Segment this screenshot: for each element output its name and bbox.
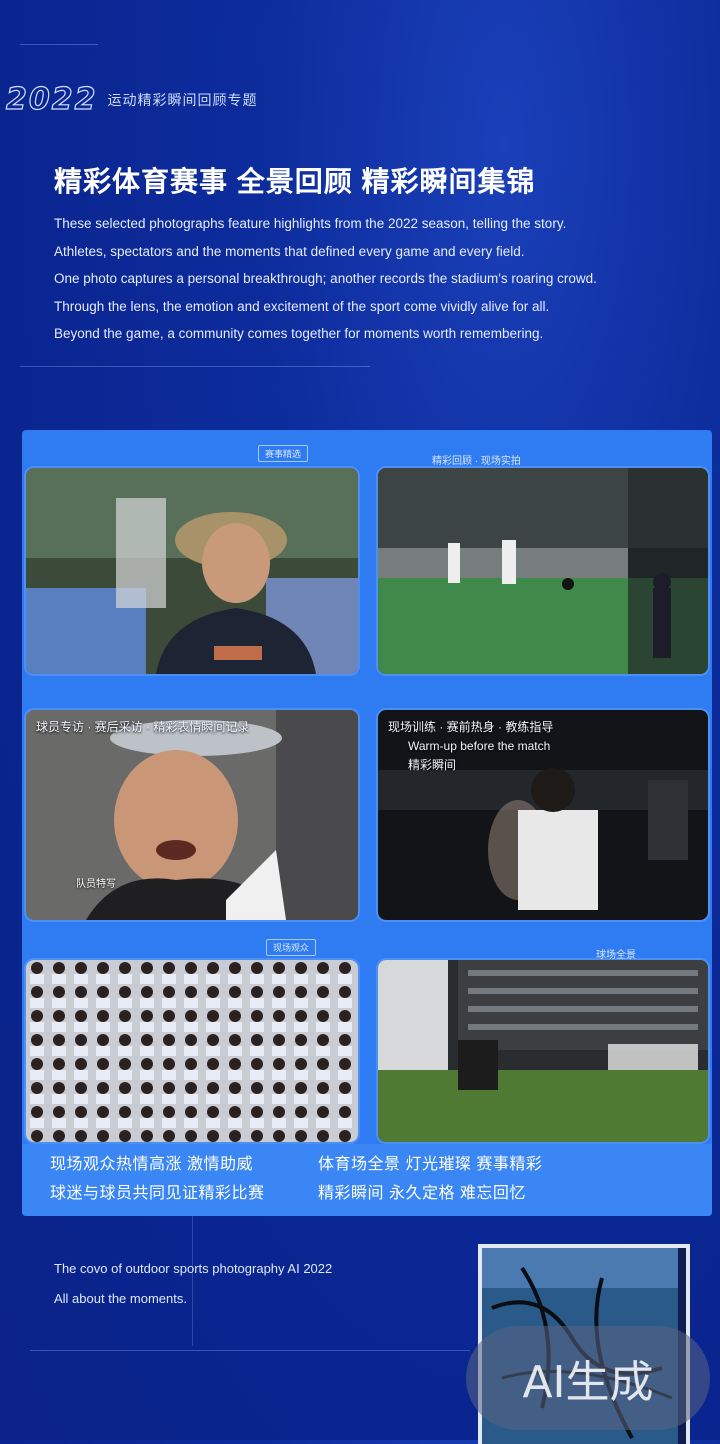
divider-line — [30, 1350, 470, 1351]
caption-line: 体育场全景 灯光璀璨 赛事精彩 — [318, 1156, 543, 1173]
footer-line: All about the moments. — [54, 1291, 187, 1306]
tab-label[interactable]: 现场观众 — [266, 938, 317, 956]
brand-header: 2022 运动精彩瞬间回顾专题 — [0, 81, 258, 117]
caption-line: 精彩瞬间 永久定格 难忘回忆 — [318, 1185, 526, 1202]
caption-line: 球迷与球员共同见证精彩比赛 — [50, 1185, 265, 1202]
caption-left: 现场观众热情高涨 激情助威 球迷与球员共同见证精彩比赛 — [50, 1150, 265, 1208]
player-photo — [26, 468, 358, 674]
footer-text: The covo of outdoor sports photography A… — [54, 1254, 332, 1314]
intro-paragraph: These selected photographs feature highl… — [54, 210, 674, 348]
caption-line: 现场观众热情高涨 激情助威 — [50, 1156, 253, 1173]
tile-overlay-text: 球员专访 · 赛后采访 · 精彩表情瞬间记录 — [36, 720, 250, 734]
gallery-tab-top-right: 精彩回顾 · 现场实拍 — [432, 448, 521, 470]
photo-tile-crowd[interactable] — [26, 960, 358, 1142]
overlay-line: Warm-up before the match — [408, 739, 551, 753]
gallery-tab-mid: 现场观众 — [266, 936, 317, 958]
intro-line: Through the lens, the emotion and excite… — [54, 298, 550, 314]
photo-tile-player[interactable] — [26, 468, 358, 674]
tab-label[interactable]: 赛事精选 — [258, 444, 309, 462]
divider-line — [20, 366, 370, 367]
overlay-line: 精彩瞬间 — [408, 758, 457, 772]
brand-subtitle: 运动精彩瞬间回顾专题 — [107, 91, 258, 108]
tile-overlay-text: 现场训练 · 赛前热身 · 教练指导 Warm-up before the ma… — [388, 718, 700, 775]
intro-line: These selected photographs feature highl… — [54, 216, 567, 231]
tile-caption: 队员特写 — [76, 879, 116, 890]
photo-gallery: 赛事精选 精彩回顾 · 现场实拍 球员专访 · 赛后采访 · 精彩表情瞬间记录 … — [22, 430, 712, 1216]
gallery-tab-top: 赛事精选 — [258, 442, 309, 464]
tab-label[interactable]: 球场全景 — [596, 946, 636, 961]
photo-tile-training[interactable]: 现场训练 · 赛前热身 · 教练指导 Warm-up before the ma… — [378, 710, 708, 920]
divider-line — [20, 44, 98, 45]
intro-line: Athletes, spectators and the moments tha… — [54, 243, 525, 259]
photo-tile-stadium[interactable] — [378, 960, 708, 1142]
caption-band: 现场观众热情高涨 激情助威 球迷与球员共同见证精彩比赛 体育场全景 灯光璀璨 赛… — [22, 1144, 712, 1216]
photo-tile-face[interactable]: 球员专访 · 赛后采访 · 精彩表情瞬间记录 队员特写 — [26, 710, 358, 920]
intro-line: Beyond the game, a community comes toget… — [54, 326, 544, 341]
field-photo — [378, 468, 708, 674]
overlay-line: 现场训练 · 赛前热身 · 教练指导 — [388, 720, 554, 734]
page-title: 精彩体育赛事 全景回顾 精彩瞬间集锦 — [54, 166, 536, 197]
caption-right: 体育场全景 灯光璀璨 赛事精彩 精彩瞬间 永久定格 难忘回忆 — [318, 1150, 542, 1208]
crowd-photo — [26, 960, 358, 1142]
footer-line: The covo of outdoor sports photography A… — [54, 1261, 333, 1276]
tab-label[interactable]: 精彩回顾 · 现场实拍 — [432, 452, 521, 467]
stadium-photo — [378, 960, 708, 1142]
ai-watermark: AI生成 — [466, 1326, 710, 1430]
brand-year: 2022 — [5, 81, 98, 117]
photo-tile-field[interactable] — [378, 468, 708, 674]
intro-line: One photo captures a personal breakthrou… — [54, 271, 597, 286]
